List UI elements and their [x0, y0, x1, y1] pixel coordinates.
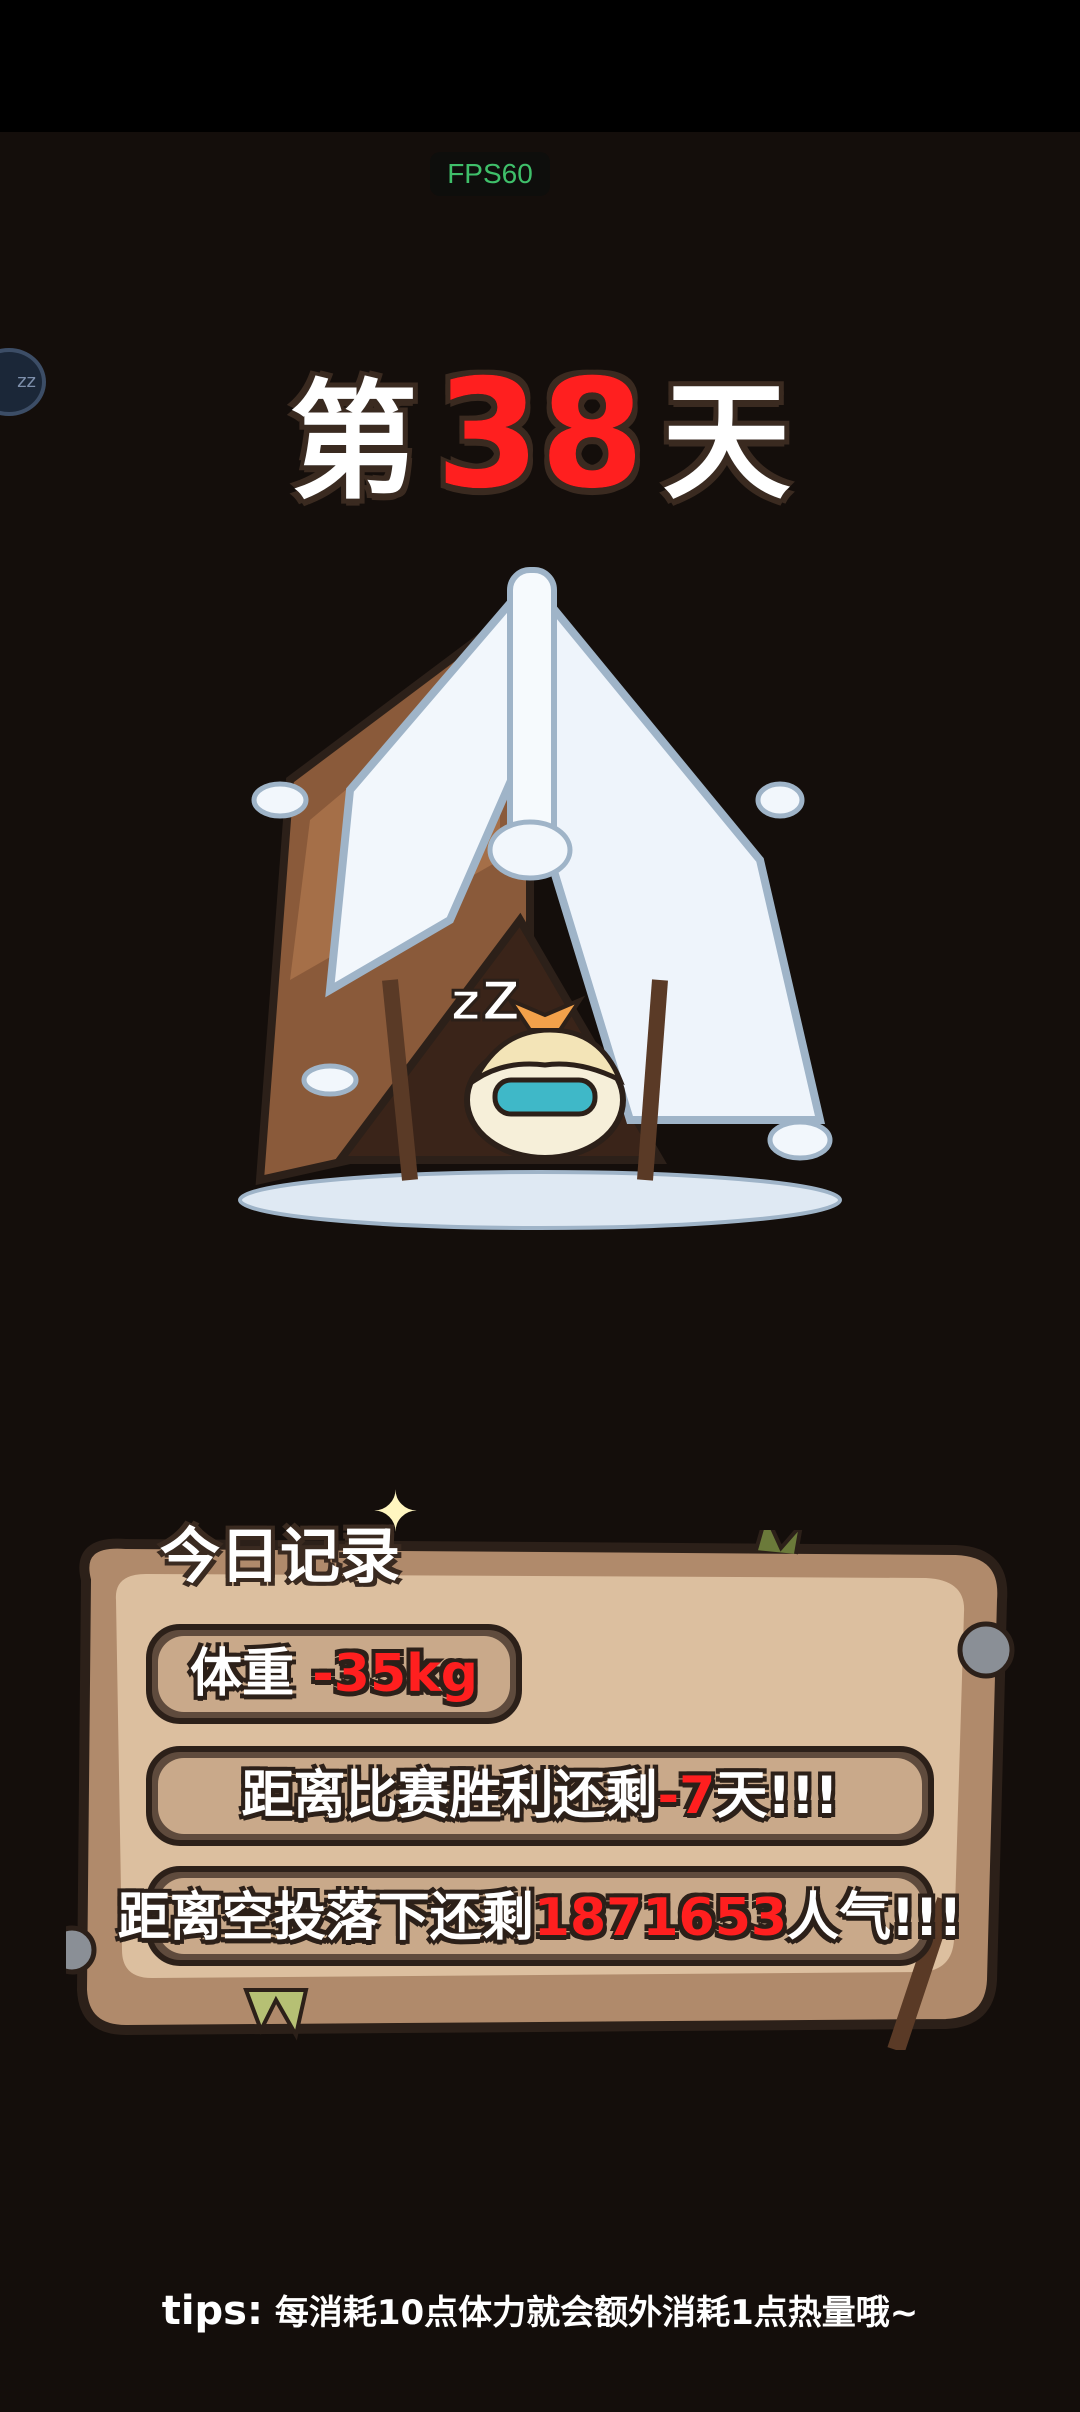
weight-row: 体重 -35kg — [146, 1636, 522, 1712]
weight-label: 体重 — [190, 1644, 295, 1704]
day-prefix: 第 — [289, 368, 418, 517]
snore-text: zZ — [450, 970, 521, 1033]
airdrop-prefix: 距离空投落下还剩 — [117, 1888, 534, 1948]
tips-label: tips: — [161, 2288, 263, 2334]
match-prefix: 距离比赛胜利还剩 — [241, 1766, 658, 1826]
tips-text: 每消耗10点体力就会额外消耗1点热量哦~ — [274, 2293, 919, 2333]
status-bar — [0, 0, 1080, 132]
match-suffix: 天!!! — [715, 1766, 839, 1826]
fps-counter: FPS60 — [430, 152, 550, 196]
snowy-tent-illustration: zZ — [238, 567, 842, 1230]
day-counter-title: 第 38 天 — [0, 360, 1080, 518]
record-title: 今日记录 — [160, 1522, 400, 1592]
game-screen: FPS60 zz 第 38 天 zZ 今日记录 ✦ 体重 -35kg 距离比赛胜… — [0, 0, 1080, 2412]
tips-line: tips: 每消耗10点体力就会额外消耗1点热量哦~ — [0, 2285, 1080, 2334]
match-value: -7 — [657, 1766, 716, 1826]
airdrop-row: 距离空投落下还剩1871653人气!!! — [0, 1880, 1080, 1956]
weight-value: -35kg — [312, 1644, 478, 1704]
day-suffix: 天 — [662, 368, 791, 517]
sparkle-icon: ✦ — [372, 1480, 419, 1545]
day-number: 38 — [435, 348, 645, 522]
airdrop-suffix: 人气!!! — [787, 1888, 963, 1948]
airdrop-value: 1871653 — [533, 1888, 788, 1948]
match-row: 距离比赛胜利还剩-7天!!! — [146, 1758, 934, 1834]
